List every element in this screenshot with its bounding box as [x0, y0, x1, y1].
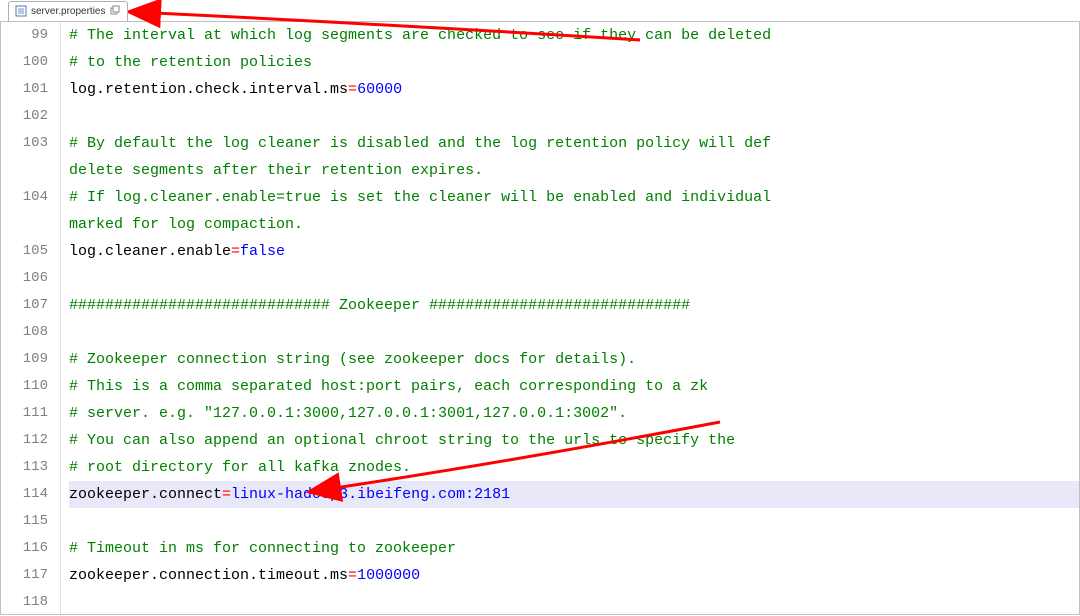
code-line[interactable]: # server. e.g. "127.0.0.1:3000,127.0.0.1… — [69, 400, 1079, 427]
code-line[interactable] — [69, 265, 1079, 292]
code-line[interactable]: ############################# Zookeeper … — [69, 292, 1079, 319]
code-line[interactable] — [69, 589, 1079, 614]
code-content[interactable]: # The interval at which log segments are… — [61, 22, 1079, 614]
code-line[interactable]: # Timeout in ms for connecting to zookee… — [69, 535, 1079, 562]
file-tab[interactable]: server.properties — [8, 1, 128, 21]
code-line[interactable]: # Zookeeper connection string (see zooke… — [69, 346, 1079, 373]
tab-filename: server.properties — [31, 6, 105, 17]
tab-bar: server.properties — [0, 0, 1080, 22]
line-gutter: 9910010110210310410510610710810911011111… — [1, 22, 61, 614]
code-line[interactable]: # to the retention policies — [69, 49, 1079, 76]
restore-icon[interactable] — [109, 5, 121, 17]
code-line[interactable]: zookeeper.connection.timeout.ms=1000000 — [69, 562, 1079, 589]
code-line[interactable]: # The interval at which log segments are… — [69, 22, 1079, 49]
code-line[interactable] — [69, 103, 1079, 130]
code-line[interactable]: # By default the log cleaner is disabled… — [69, 130, 1079, 157]
code-line[interactable]: # root directory for all kafka znodes. — [69, 454, 1079, 481]
code-line[interactable]: log.cleaner.enable=false — [69, 238, 1079, 265]
code-line[interactable]: # If log.cleaner.enable=true is set the … — [69, 184, 1079, 211]
code-line[interactable] — [69, 319, 1079, 346]
code-line[interactable] — [69, 508, 1079, 535]
code-line[interactable]: marked for log compaction. — [69, 211, 1079, 238]
code-line[interactable]: delete segments after their retention ex… — [69, 157, 1079, 184]
code-line[interactable]: # This is a comma separated host:port pa… — [69, 373, 1079, 400]
editor-area[interactable]: 9910010110210310410510610710810911011111… — [0, 22, 1080, 615]
file-icon — [15, 5, 27, 17]
code-line[interactable]: log.retention.check.interval.ms=60000 — [69, 76, 1079, 103]
code-line[interactable]: # You can also append an optional chroot… — [69, 427, 1079, 454]
code-line[interactable]: zookeeper.connect=linux-hadoop3.ibeifeng… — [69, 481, 1079, 508]
